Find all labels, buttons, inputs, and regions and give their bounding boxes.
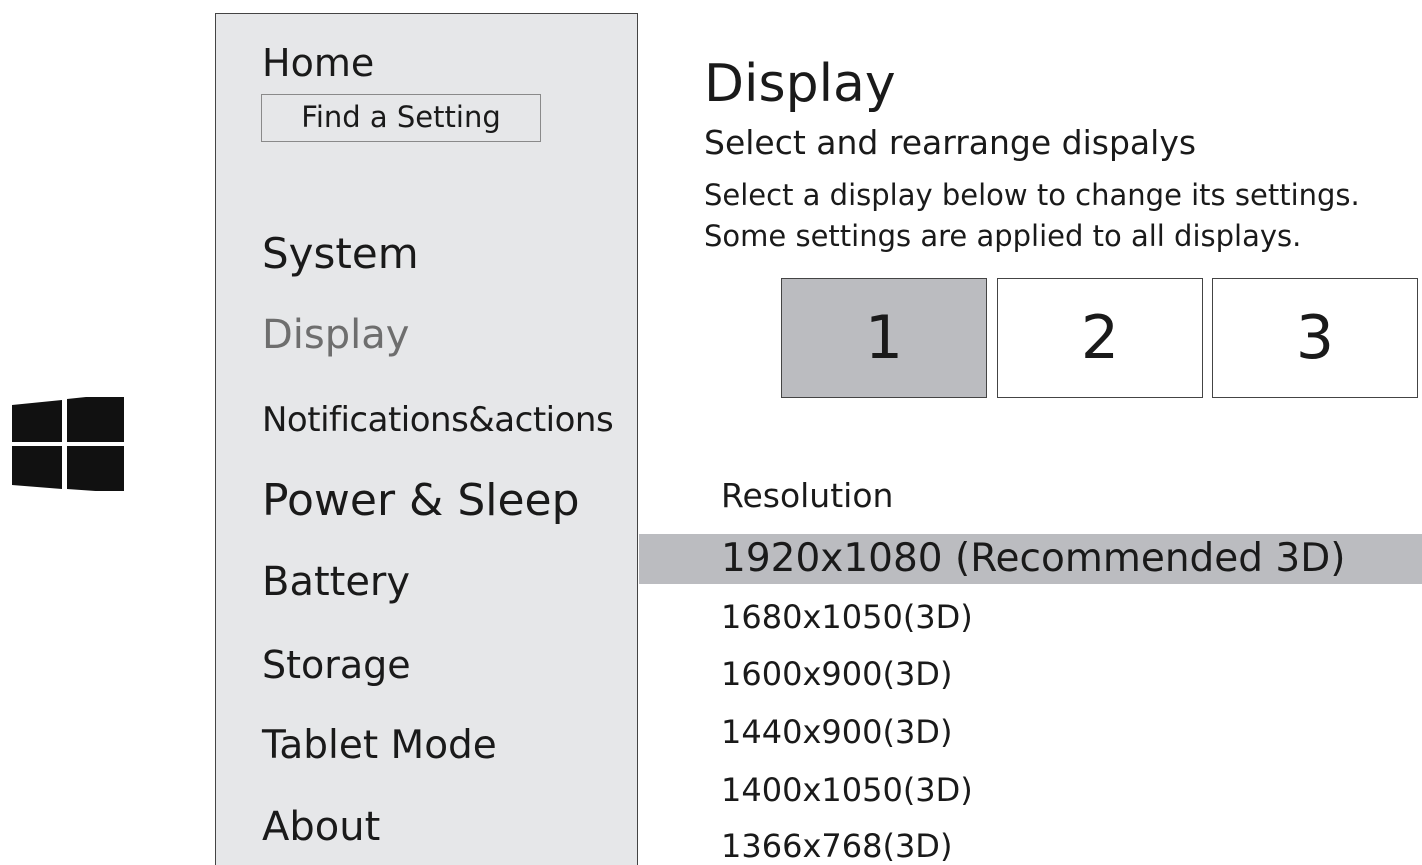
resolution-option[interactable]: 1366x768(3D) [721,826,952,865]
windows-logo-icon[interactable] [12,397,124,491]
resolution-option[interactable]: 1680x1050(3D) [721,597,973,637]
settings-window: Home Find a Setting System Display Notif… [0,0,1422,865]
display-3-button[interactable]: 3 [1212,278,1418,398]
resolution-option[interactable]: 1400x1050(3D) [721,770,973,810]
sidebar-section-system[interactable]: System [262,228,419,280]
sidebar-item-notifications[interactable]: Notifications&actions [262,398,614,442]
resolution-option[interactable]: 1600x900(3D) [721,654,952,694]
search-input[interactable]: Find a Setting [261,94,541,142]
settings-sidebar: Home Find a Setting System Display Notif… [215,13,638,865]
sidebar-item-display[interactable]: Display [262,310,409,360]
display-2-button[interactable]: 2 [997,278,1203,398]
home-link[interactable]: Home [262,40,374,86]
section-heading: Select and rearrange dispalys [704,123,1197,162]
sidebar-item-about[interactable]: About [262,802,380,852]
resolution-label: Resolution [721,476,894,515]
description-line-1: Select a display below to change its set… [704,178,1360,212]
sidebar-item-power-sleep[interactable]: Power & Sleep [262,474,580,528]
sidebar-item-battery[interactable]: Battery [262,557,410,607]
sidebar-item-storage[interactable]: Storage [262,641,411,689]
sidebar-item-tablet-mode[interactable]: Tablet Mode [262,721,497,770]
resolution-option-selected-label: 1920x1080 (Recommended 3D) [721,536,1346,581]
resolution-option[interactable]: 1440x900(3D) [721,712,952,752]
display-1-button[interactable]: 1 [781,278,987,398]
description-line-2: Some settings are applied to all display… [704,219,1302,253]
page-title: Display [704,54,896,114]
resolution-option-selected[interactable]: 1920x1080 (Recommended 3D) [639,534,1422,584]
